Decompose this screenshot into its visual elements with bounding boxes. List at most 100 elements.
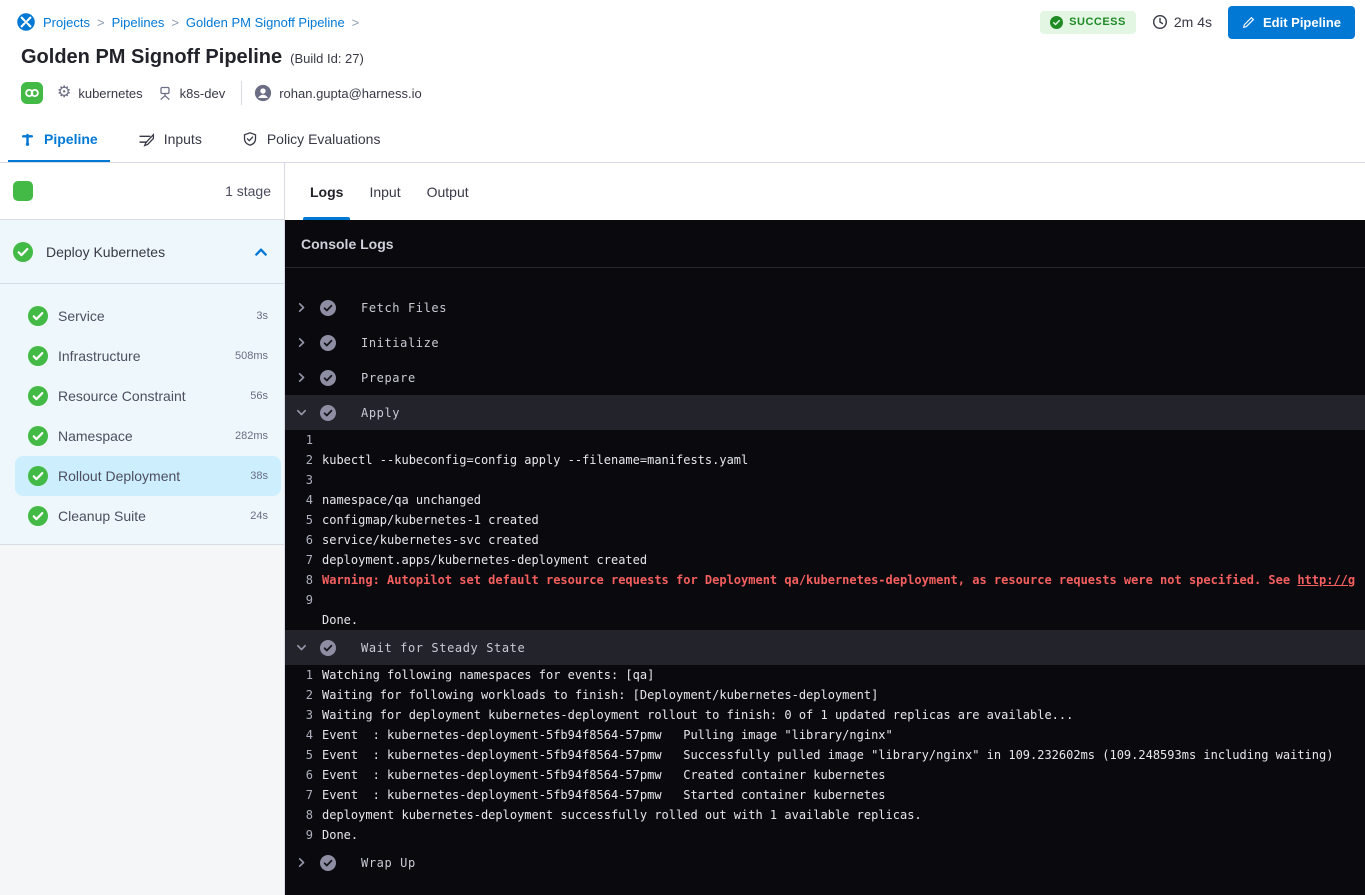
line-number: 9 [301,828,313,842]
header-actions: SUCCESS 2m 4s Edit Pipeline [1040,6,1355,39]
step-cleanup-suite[interactable]: Cleanup Suite24s [15,496,281,536]
log-line: 4namespace/qa unchanged [285,490,1365,510]
log-section-initialize[interactable]: Initialize [285,325,1365,360]
step-duration: 282ms [235,430,268,442]
stage-header[interactable]: Deploy Kubernetes [0,220,284,284]
log-section-wait-for-steady-state[interactable]: Wait for Steady State [285,630,1365,665]
chevron-right-icon[interactable] [296,857,307,868]
log-section-fetch-files[interactable]: Fetch Files [285,290,1365,325]
breadcrumb-separator: > [171,15,179,30]
step-name: Service [58,308,256,324]
chevron-right-icon[interactable] [296,302,307,313]
harness-logo-icon[interactable] [16,12,36,32]
log-section-title: Wait for Steady State [361,641,525,655]
log-line: 8deployment kubernetes-deployment succes… [285,805,1365,825]
pencil-icon [1242,16,1255,29]
line-text: Waiting for deployment kubernetes-deploy… [322,708,1073,722]
line-text: Done. [322,828,358,842]
build-id: (Build Id: 27) [290,51,364,66]
log-section-apply[interactable]: Apply [285,395,1365,430]
log-tab-output[interactable]: Output [427,163,469,220]
log-tab-logs[interactable]: Logs [310,163,343,220]
log-section-body: 12kubectl --kubeconfig=config apply --fi… [285,430,1365,630]
check-circle-icon [320,335,336,351]
log-section-prepare[interactable]: Prepare [285,360,1365,395]
log-line: Done. [285,610,1365,630]
breadcrumb-link[interactable]: Golden PM Signoff Pipeline [186,15,345,30]
clock-icon [1152,14,1168,30]
step-infrastructure[interactable]: Infrastructure508ms [15,336,281,376]
step-resource-constraint[interactable]: Resource Constraint56s [15,376,281,416]
line-text: deployment kubernetes-deployment success… [322,808,922,822]
step-duration: 38s [250,470,268,482]
line-text: Watching following namespaces for events… [322,668,654,682]
chevron-down-icon[interactable] [296,642,307,653]
log-section-title: Prepare [361,371,416,385]
status-badge: SUCCESS [1040,11,1136,34]
chevron-right-icon[interactable] [296,337,307,348]
check-circle-icon [320,640,336,656]
stage-panel: Deploy Kubernetes Service3sInfrastructur… [0,220,284,545]
step-service[interactable]: Service3s [15,296,281,336]
log-section-wrap-up[interactable]: Wrap Up [285,845,1365,880]
step-rollout-deployment[interactable]: Rollout Deployment38s [15,456,281,496]
chevron-right-icon[interactable] [296,372,307,383]
check-circle-icon [28,346,48,366]
check-circle-icon [28,466,48,486]
check-circle-icon [320,370,336,386]
chevron-up-icon[interactable] [254,245,268,259]
log-line: 5configmap/kubernetes-1 created [285,510,1365,530]
check-circle-icon [320,405,336,421]
meta-label: k8s-dev [180,86,226,101]
edit-pipeline-button[interactable]: Edit Pipeline [1228,6,1355,39]
page-header: Projects>Pipelines>Golden PM Signoff Pip… [0,0,1365,118]
breadcrumb-link[interactable]: Pipelines [112,15,165,30]
log-section-body: 1 Watching following namespaces for event… [285,665,1365,845]
tab-label: Inputs [164,131,202,147]
breadcrumb-link[interactable]: Projects [43,15,90,30]
log-line: 7Event : kubernetes-deployment-5fb94f856… [285,785,1365,805]
stage-sidebar: 1 stage Deploy Kubernetes Service3sInfra… [0,163,285,895]
step-name: Infrastructure [58,348,235,364]
line-number: 8 [301,573,313,587]
meta-label: rohan.gupta@harness.io [279,86,422,101]
log-line: 2Waiting for following workloads to fini… [285,685,1365,705]
log-line: 9 [285,590,1365,610]
log-line: 8 Warning: Autopilot set default resource… [285,570,1365,590]
tab-pipeline[interactable]: Pipeline [8,118,110,162]
pipeline-icon [20,132,35,147]
console-sections: Fetch FilesInitialize Prepare Apply12kubec… [285,268,1365,895]
console-header: Console Logs [285,220,1365,268]
breadcrumb-items: Projects>Pipelines>Golden PM Signoff Pip… [43,15,359,30]
inputs-icon [138,131,155,148]
line-number: 4 [301,493,313,507]
gear-icon: ⚙ [57,85,71,101]
meta-item-kubernetes: ⚙kubernetes [57,85,143,101]
log-link[interactable]: http://g [1297,573,1355,587]
app-root: Projects>Pipelines>Golden PM Signoff Pip… [0,0,1365,895]
pipeline-duration: 2m 4s [1152,14,1212,30]
breadcrumb: Projects>Pipelines>Golden PM Signoff Pip… [16,12,359,32]
line-number: 7 [301,788,313,802]
step-name: Resource Constraint [58,388,250,404]
sidebar-filler [0,545,284,895]
line-text: deployment.apps/kubernetes-deployment cr… [322,553,647,567]
line-number: 3 [301,473,313,487]
line-number: 1 [301,668,313,682]
line-text: Warning: Autopilot set default resource … [322,573,1355,587]
stage-status-square [13,181,33,201]
log-line: 5Event : kubernetes-deployment-5fb94f856… [285,745,1365,765]
line-text: service/kubernetes-svc created [322,533,539,547]
line-text: Waiting for following workloads to finis… [322,688,878,702]
tab-inputs[interactable]: Inputs [126,118,214,162]
log-line: 1 [285,430,1365,450]
check-circle-icon [320,855,336,871]
log-line: 6service/kubernetes-svc created [285,530,1365,550]
step-duration: 3s [256,310,268,322]
cd-module-icon [21,82,43,104]
chevron-down-icon[interactable] [296,407,307,418]
tab-policy-evaluations[interactable]: Policy Evaluations [230,118,393,162]
step-namespace[interactable]: Namespace282ms [15,416,281,456]
log-line: 4Event : kubernetes-deployment-5fb94f856… [285,725,1365,745]
log-tab-input[interactable]: Input [369,163,400,220]
